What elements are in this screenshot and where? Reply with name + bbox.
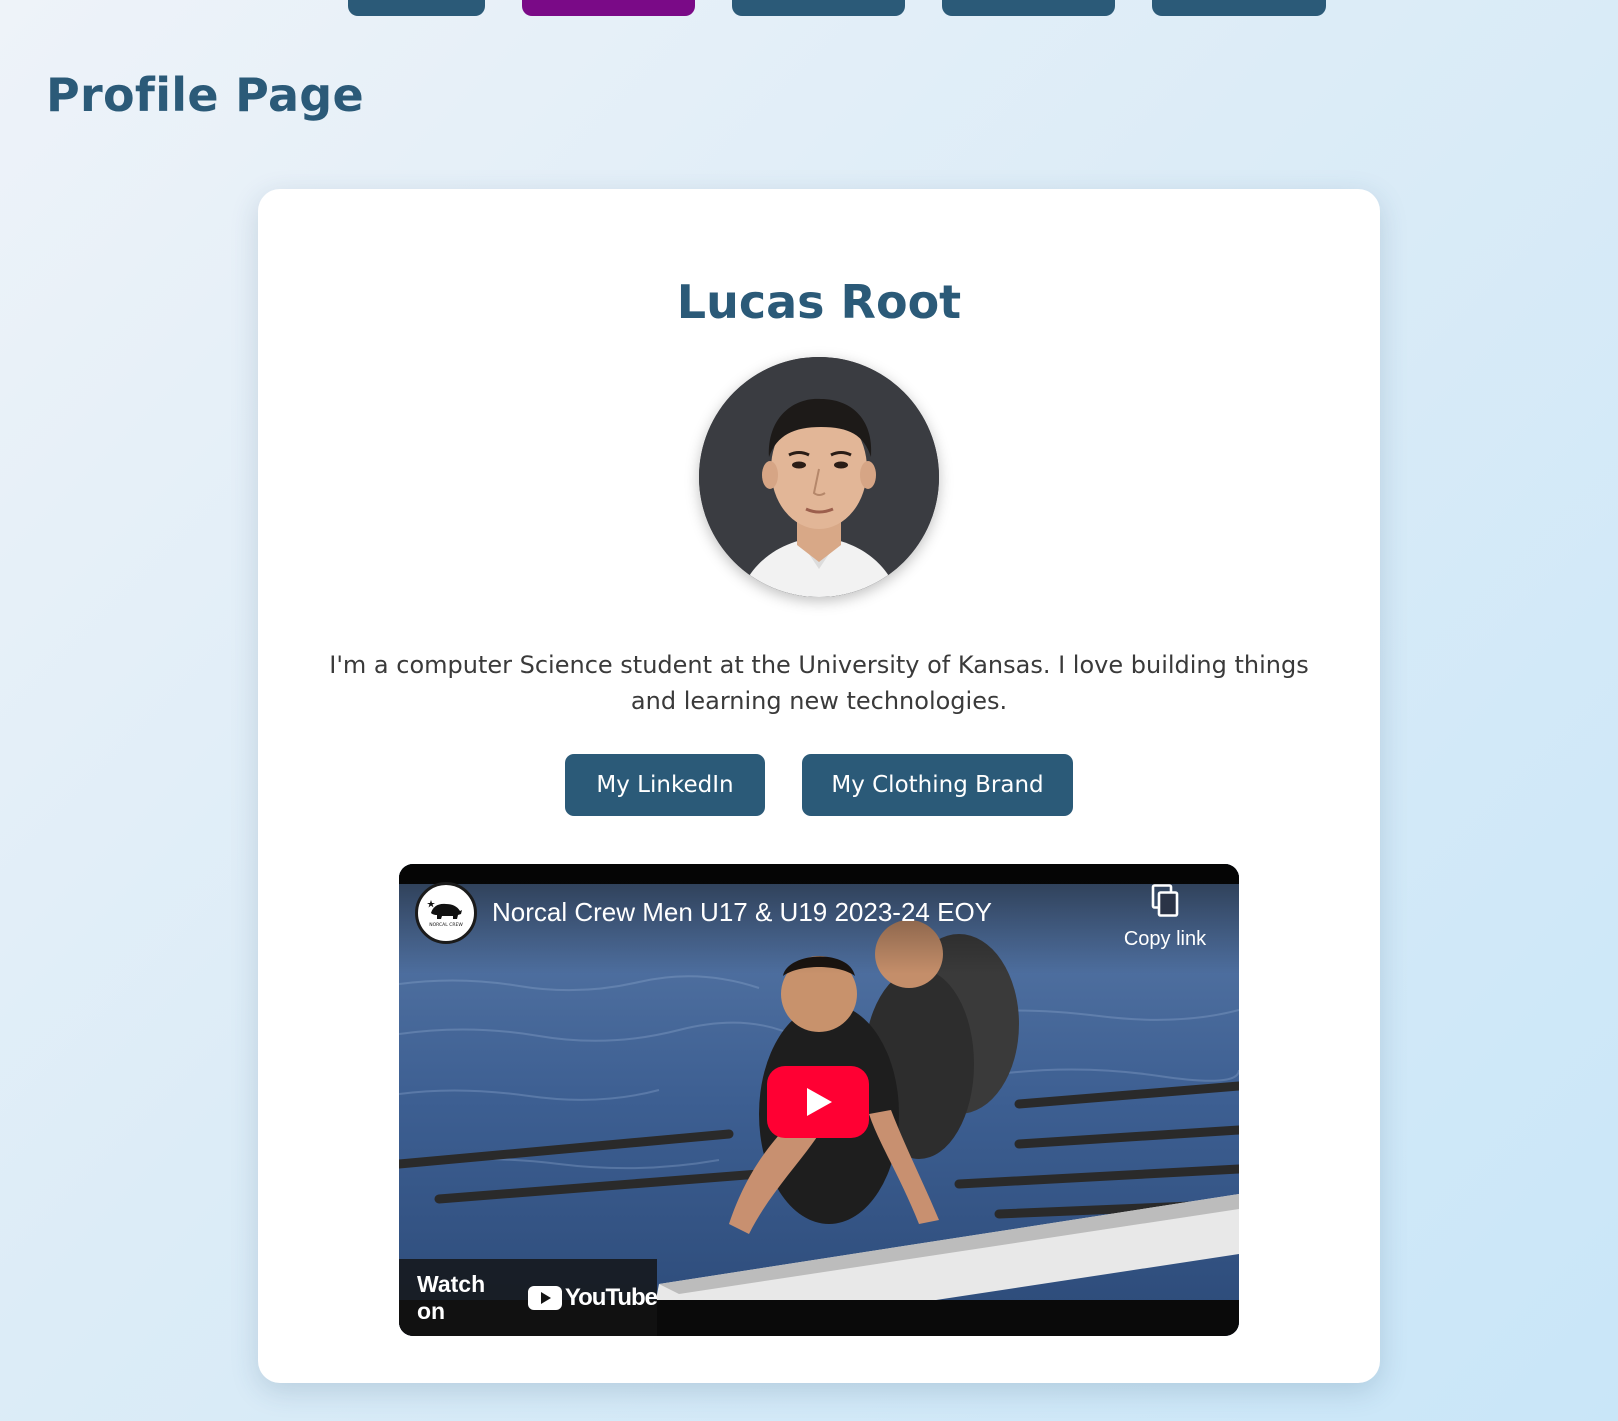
linkedin-button[interactable]: My LinkedIn: [565, 754, 765, 816]
profile-photo: [699, 357, 939, 597]
copy-link-label: Copy link: [1123, 928, 1207, 950]
nav-tab-2-active[interactable]: [522, 0, 695, 16]
clothing-brand-button[interactable]: My Clothing Brand: [802, 754, 1073, 816]
youtube-embed[interactable]: NORCAL CREW Norcal Crew Men U17 & U19 20…: [399, 864, 1239, 1336]
svg-text:NORCAL CREW: NORCAL CREW: [429, 922, 463, 928]
video-title[interactable]: Norcal Crew Men U17 & U19 2023-24 EOY: [492, 897, 992, 928]
copy-link-button[interactable]: Copy link: [1115, 884, 1215, 951]
watch-on-youtube-button[interactable]: Watch on YouTube: [399, 1259, 658, 1336]
nav-tab-3[interactable]: [732, 0, 905, 16]
play-button[interactable]: [767, 1066, 869, 1138]
play-icon: [807, 1088, 832, 1116]
profile-name: Lucas Root: [676, 275, 962, 329]
nav-tab-1[interactable]: [348, 0, 485, 16]
watch-on-label: Watch on: [417, 1270, 486, 1324]
youtube-logo: YouTube: [527, 1283, 658, 1312]
youtube-wordmark: YouTube: [564, 1283, 658, 1311]
copy-icon: [1151, 884, 1179, 917]
youtube-play-icon: [527, 1285, 562, 1310]
profile-card: Lucas Root I'm a computer Science studen…: [258, 189, 1380, 1383]
nav-tab-4[interactable]: [942, 0, 1115, 16]
bio-text: I'm a computer Science student at the Un…: [329, 651, 1309, 715]
page-title: Profile Page: [46, 68, 365, 122]
nav-tab-5[interactable]: [1152, 0, 1326, 16]
avatar: [699, 357, 939, 597]
norcal-crew-logo-icon[interactable]: NORCAL CREW: [415, 882, 477, 944]
